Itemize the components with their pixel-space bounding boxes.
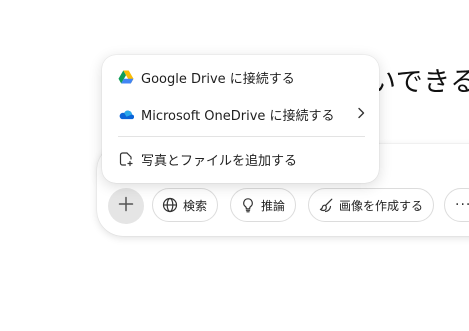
chevron-right-icon [357, 107, 365, 123]
google-drive-icon [118, 69, 134, 85]
attach-menu-button[interactable] [108, 188, 144, 224]
reason-button[interactable]: 推論 [230, 188, 297, 222]
onedrive-icon [118, 106, 134, 122]
reason-button-label: 推論 [261, 198, 286, 213]
menu-divider [118, 136, 365, 137]
search-button[interactable]: 検索 [152, 188, 219, 222]
google-drive-label: Google Drive に接続する [141, 71, 295, 87]
lightbulb-icon [240, 197, 256, 213]
onedrive-label: Microsoft OneDrive に接続する [141, 108, 335, 124]
attach-menu: Google Drive に接続する Microsoft OneDrive に接… [102, 55, 379, 183]
plus-icon [118, 196, 134, 216]
create-image-button-label: 画像を作成する [339, 198, 424, 213]
file-attach-icon [118, 151, 134, 167]
paintbrush-icon [318, 197, 334, 213]
more-tools-button[interactable]: ··· [444, 188, 469, 222]
menu-item-add-files[interactable]: 写真とファイルを追加する [102, 143, 379, 175]
globe-icon [162, 197, 178, 213]
add-files-label: 写真とファイルを追加する [141, 153, 298, 169]
menu-item-onedrive[interactable]: Microsoft OneDrive に接続する [102, 98, 379, 130]
page-heading: いできるこ [369, 67, 469, 98]
more-tools-label: ··· [455, 197, 469, 213]
create-image-button[interactable]: 画像を作成する [308, 188, 435, 222]
menu-item-google-drive[interactable]: Google Drive に接続する [102, 61, 379, 93]
search-button-label: 検索 [183, 198, 208, 213]
chat-page: いできるこ 検索 [0, 0, 469, 331]
